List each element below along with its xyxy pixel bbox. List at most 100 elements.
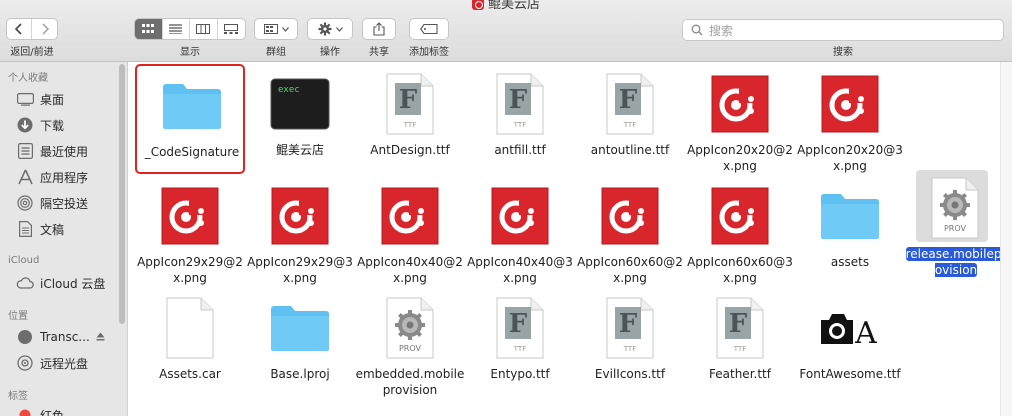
file-icon-wrap [708,72,772,136]
app-logo-icon [821,75,879,133]
eject-icon[interactable] [96,330,105,344]
tag-button[interactable] [409,18,449,40]
sidebar-item-recents[interactable]: 最近使用 [16,141,122,161]
app-logo-icon [491,187,549,245]
file-item[interactable]: AppIcon40x40@2x.png [355,176,465,286]
icon-view-button[interactable] [135,19,163,39]
file-item[interactable]: F TTF antfill.ttf [465,64,575,174]
recents-icon [16,143,34,159]
svg-text:F: F [619,85,638,115]
tag-button-inner[interactable] [410,19,448,39]
file-icon-wrap: F TTF [488,296,552,360]
file-name: AppIcon60x60@3x.png [687,255,793,285]
list-view-button[interactable] [163,19,190,39]
file-icon-wrap: A [818,296,882,360]
sidebar-item-label: 应用程序 [40,170,89,185]
file-name: Base.lproj [270,367,330,381]
sidebar-item-label: iCloud 云盘 [40,276,106,291]
ttf-badge: TTF [733,345,746,353]
file-icon-wrap [818,72,882,136]
sidebar-item-downloads[interactable]: 下载 [16,115,122,135]
file-item[interactable]: AppIcon29x29@3x.png [245,176,355,286]
file-item[interactable]: PROV embedded.mobileprovision [355,288,465,398]
ttf-badge: TTF [403,121,416,129]
sidebar-item-desktop[interactable]: 桌面 [16,89,122,109]
folder-icon [163,84,221,129]
group-button-inner[interactable] [255,19,297,39]
group-button[interactable] [254,18,298,40]
file-item[interactable]: AppIcon29x29@2x.png [135,176,245,286]
sidebar-item-label: 下载 [40,118,65,133]
file-item[interactable]: F TTF Feather.ttf [685,288,795,398]
gallery-icon [224,24,239,34]
file-item[interactable]: Assets.car [135,288,245,398]
file-icon-wrap [158,184,222,248]
nav-buttons [6,18,58,40]
file-item[interactable]: PROV release.mobileprovision [900,168,1010,278]
red-tag-dot-icon [16,407,34,416]
download-icon [16,117,34,133]
chevron-down-icon [281,26,289,32]
app-logo-icon [271,187,329,245]
sidebar-item-label: 文稿 [40,222,65,237]
search-icon [691,24,703,36]
file-item[interactable]: AppIcon60x60@2x.png [575,176,685,286]
back-button[interactable] [7,19,33,39]
sidebar-item-airdrop[interactable]: 隔空投送 [16,193,122,213]
column-view-button[interactable] [190,19,218,39]
font-file-icon: F TTF [606,297,654,359]
sidebar-item-transcend[interactable]: Transc... [16,327,122,347]
file-item[interactable]: F TTF EvilIcons.ttf [575,288,685,398]
icloud-header: iCloud [8,255,40,266]
file-icon-wrap: PROV [923,176,987,240]
share-button[interactable] [362,18,396,40]
file-item[interactable]: F TTF AntDesign.ttf [355,64,465,174]
file-item[interactable]: F TTF antoutline.ttf [575,64,685,174]
forward-button[interactable] [32,19,57,39]
disk-icon [16,329,34,345]
ttf-badge: TTF [623,121,636,129]
file-item[interactable]: F TTF Entypo.ttf [465,288,575,398]
action-button-inner[interactable] [308,19,352,39]
action-button[interactable] [307,18,353,40]
font-file-icon: F TTF [606,73,654,135]
content-scrollbar[interactable] [1000,62,1012,416]
file-icon-wrap: F TTF [598,72,662,136]
chevron-left-icon [15,23,22,35]
file-icon-wrap [268,296,332,360]
file-name: EvilIcons.ttf [594,367,666,381]
app-logo-icon [711,75,769,133]
file-item[interactable]: AppIcon40x40@3x.png [465,176,575,286]
airdrop-icon [16,195,34,211]
sidebar-item-remote-disc[interactable]: 远程光盘 [16,353,122,373]
file-name: AntDesign.ttf [370,143,450,157]
columns-icon [196,24,211,34]
file-item[interactable]: AppIcon60x60@3x.png [685,176,795,286]
window-title-text: 鲲美云店 [487,0,540,12]
sidebar-item-documents[interactable]: 文稿 [16,219,122,239]
view-switcher [134,18,246,40]
file-item[interactable]: _CodeSignature [135,64,245,174]
app-logo-icon [161,187,219,245]
sidebar-item-icloud-drive[interactable]: iCloud 云盘 [16,273,122,293]
file-item[interactable]: Base.lproj [245,288,355,398]
font-file-icon: F TTF [386,73,434,135]
file-name: AppIcon60x60@2x.png [577,255,683,285]
applications-icon [16,169,34,185]
search-label: 搜索 [833,47,853,58]
sidebar-item-tag-red[interactable]: 红色 [16,405,122,416]
file-item[interactable]: AppIcon20x20@2x.png [685,64,795,174]
file-name: _CodeSignature [144,145,240,159]
file-icon-wrap: F TTF [708,296,772,360]
share-button-inner[interactable] [363,19,395,39]
file-item[interactable]: AppIcon20x20@3x.png [795,64,905,174]
svg-text:F: F [399,85,418,115]
file-item[interactable]: exec 鲲美云店 [245,64,355,174]
gallery-view-button[interactable] [218,19,245,39]
file-item[interactable]: assets [795,176,905,286]
tag-icon [420,24,438,34]
search-input[interactable]: 搜索 [682,19,1004,41]
sidebar-item-applications[interactable]: 应用程序 [16,167,122,187]
sidebar-scrollbar[interactable] [119,64,125,324]
file-item[interactable]: A FontAwesome.ttf [795,288,905,398]
